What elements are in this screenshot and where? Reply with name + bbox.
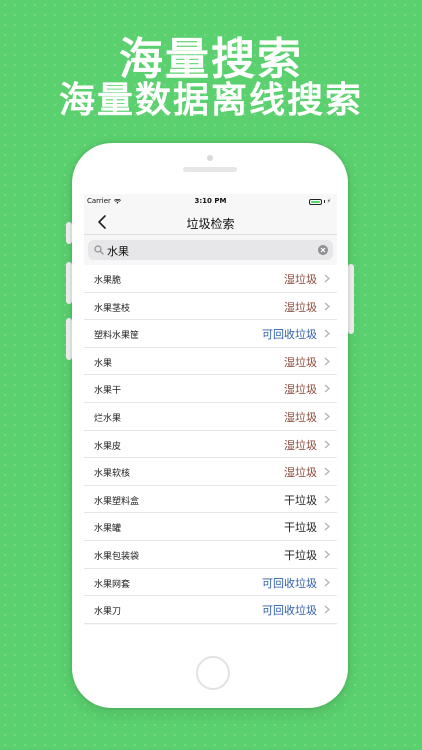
home-button[interactable]	[196, 656, 230, 690]
search-icon	[94, 245, 104, 255]
search-input[interactable]: 水果	[88, 240, 333, 260]
list-item[interactable]: 水果 湿垃圾	[84, 348, 337, 376]
item-category: 干垃圾	[284, 493, 317, 507]
item-category: 干垃圾	[284, 548, 317, 562]
item-name: 水果茎枝	[94, 303, 131, 314]
status-time: 3:10 PM	[194, 197, 227, 205]
chevron-right-icon	[324, 440, 330, 449]
promo-subtitle: 海量数据离线搜索	[58, 80, 363, 121]
results-list: 水果脆 湿垃圾 水果茎枝 湿垃圾 塑料水果筐 可回收垃圾 水果 湿垃圾 水果干 湿垃圾 烂水果 湿垃圾…	[84, 265, 337, 624]
item-category: 湿垃圾	[284, 273, 317, 286]
item-name: 水果皮	[94, 441, 122, 452]
chevron-right-icon	[324, 467, 330, 476]
phone-frame: Carrier 3:10 PM ⚡ 垃圾检索 水果 水果脆 湿垃圾 水果茎枝 湿…	[72, 143, 348, 708]
chevron-right-icon	[324, 495, 330, 504]
battery-icon	[308, 198, 322, 205]
search-query[interactable]: 水果	[107, 243, 129, 259]
list-item[interactable]: 水果包装袋 干垃圾	[84, 541, 337, 569]
status-bar: Carrier 3:10 PM ⚡	[84, 194, 337, 210]
list-item[interactable]: 烂水果 湿垃圾	[84, 403, 337, 431]
list-item[interactable]: 水果软核 湿垃圾	[84, 458, 337, 486]
navigation-bar: 垃圾检索	[84, 210, 337, 235]
item-category: 湿垃圾	[284, 383, 317, 397]
item-category: 湿垃圾	[284, 410, 317, 424]
clear-icon[interactable]	[318, 245, 328, 255]
list-item[interactable]: 塑料水果筐 可回收垃圾	[84, 320, 337, 348]
list-item[interactable]: 水果罐 干垃圾	[84, 513, 337, 541]
chevron-right-icon	[324, 384, 330, 393]
item-category: 可回收垃圾	[262, 604, 317, 618]
item-name: 烂水果	[94, 413, 122, 424]
item-name: 水果干	[94, 386, 122, 397]
app-screen: Carrier 3:10 PM ⚡ 垃圾检索 水果 水果脆 湿垃圾 水果茎枝 湿…	[84, 194, 337, 625]
list-item[interactable]: 水果脆 湿垃圾	[84, 265, 337, 293]
item-name: 水果罐	[94, 524, 122, 535]
list-item[interactable]: 水果皮 湿垃圾	[84, 431, 337, 459]
list-item[interactable]: 水果干 湿垃圾	[84, 375, 337, 403]
chevron-right-icon	[324, 329, 330, 338]
item-category: 可回收垃圾	[262, 328, 317, 342]
list-item[interactable]: 水果网套 可回收垃圾	[84, 569, 337, 597]
battery-indicator: ⚡	[308, 198, 331, 205]
item-name: 水果塑料盒	[94, 496, 140, 507]
chevron-right-icon	[324, 302, 330, 311]
chevron-right-icon	[324, 578, 330, 586]
list-item[interactable]: 水果茎枝 湿垃圾	[84, 293, 337, 321]
item-category: 可回收垃圾	[262, 576, 317, 590]
item-category: 湿垃圾	[284, 466, 317, 480]
list-item[interactable]: 水果塑料盒 干垃圾	[84, 486, 337, 514]
item-name: 水果网套	[94, 579, 131, 590]
item-name: 水果	[94, 358, 113, 369]
phone-camera	[207, 155, 213, 161]
item-name: 水果软核	[94, 469, 131, 480]
list-item[interactable]: 水果刀 可回收垃圾	[84, 596, 337, 624]
page-title: 垃圾检索	[186, 217, 235, 231]
item-name: 水果刀	[94, 607, 122, 618]
chevron-right-icon	[324, 274, 330, 283]
chevron-right-icon	[324, 522, 330, 531]
phone-speaker	[183, 167, 237, 172]
chevron-right-icon	[324, 550, 330, 559]
item-name: 塑料水果筐	[94, 331, 140, 342]
charging-icon: ⚡	[326, 198, 331, 205]
phone-power-button	[348, 264, 354, 334]
item-category: 湿垃圾	[284, 300, 317, 314]
chevron-right-icon	[324, 412, 330, 421]
item-category: 干垃圾	[284, 521, 317, 535]
chevron-right-icon	[324, 357, 330, 366]
item-name: 水果包装袋	[94, 551, 140, 562]
item-category: 湿垃圾	[284, 355, 317, 369]
chevron-right-icon	[324, 605, 330, 614]
item-category: 湿垃圾	[284, 438, 317, 452]
item-name: 水果脆	[94, 276, 122, 286]
